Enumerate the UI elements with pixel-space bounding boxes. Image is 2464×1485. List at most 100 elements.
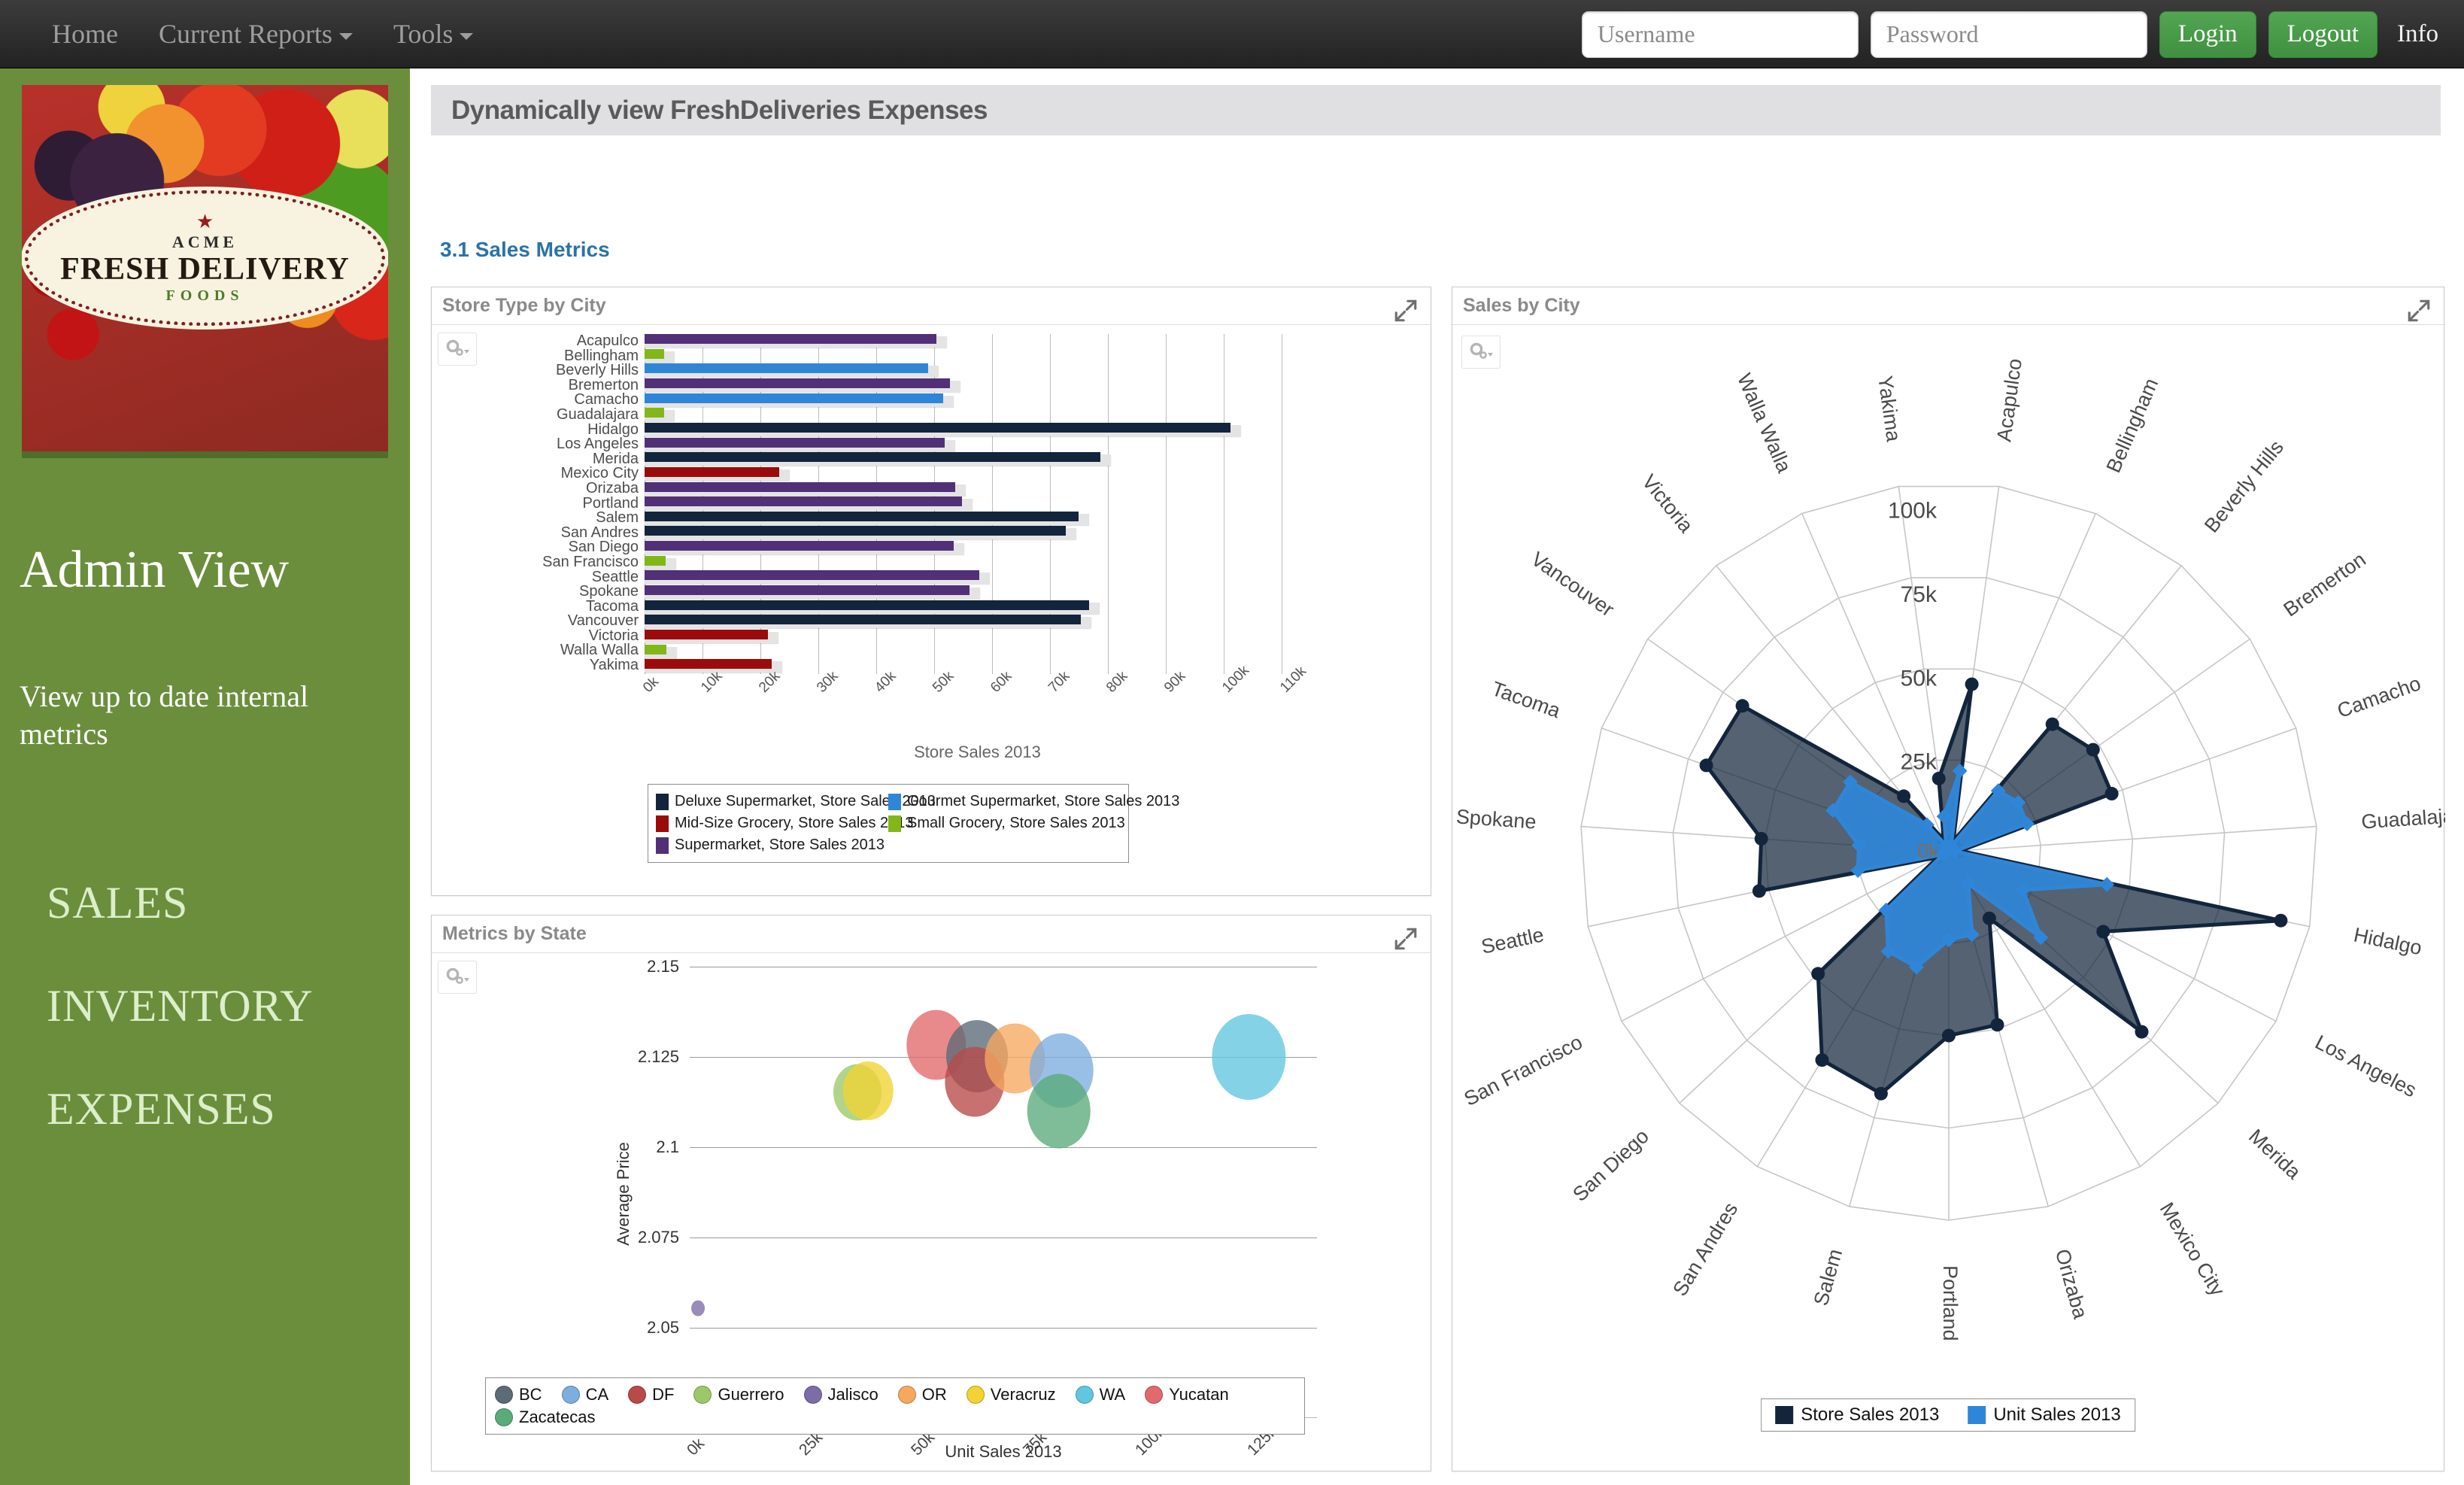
bar-row[interactable] [645, 378, 1310, 393]
legend-item[interactable]: Yucatan [1145, 1385, 1229, 1405]
bar-row[interactable] [645, 541, 1310, 556]
legend-item[interactable]: Unit Sales 2013 [1968, 1405, 2121, 1426]
legend-item[interactable]: DF [628, 1385, 674, 1405]
username-input[interactable] [1581, 11, 1859, 58]
legend-item[interactable]: BC [495, 1385, 542, 1405]
bar-row[interactable] [645, 630, 1310, 645]
expand-icon[interactable] [2406, 298, 2432, 323]
legend-dot [966, 1386, 985, 1404]
bubble-y-tick-label: 2.075 [637, 1228, 679, 1247]
nav-item-current-reports[interactable]: Current Reports [138, 0, 373, 68]
bar-row[interactable] [645, 497, 1310, 512]
legend-label: Guerrero [718, 1385, 784, 1404]
bar-category-label: Yakima [589, 658, 639, 673]
sidebar: ★ ACME FRESH DELIVERY FOODS Admin View V… [0, 68, 410, 1485]
legend-item[interactable]: WA [1075, 1385, 1125, 1405]
bar-row[interactable] [645, 348, 1310, 364]
radar-category-label: Mexico City [2156, 1198, 2229, 1300]
bar-fill [645, 437, 945, 448]
bar-row[interactable] [645, 526, 1310, 541]
bubble-point[interactable] [1027, 1074, 1091, 1149]
legend-item[interactable]: Small Grocery, Store Sales 2013 [888, 815, 1125, 832]
bubble-point[interactable] [690, 1300, 705, 1316]
bubble-y-tick-label: 2.125 [637, 1047, 679, 1066]
bar-row[interactable] [645, 511, 1310, 527]
legend-label: Small Grocery, Store Sales 2013 [907, 815, 1125, 831]
bar-row[interactable] [645, 437, 1310, 453]
legend-swatch [1968, 1406, 1986, 1424]
expand-icon[interactable] [1393, 298, 1419, 323]
bar-row[interactable] [645, 644, 1310, 660]
bar-row[interactable] [645, 585, 1310, 600]
legend-item[interactable]: Jalisco [803, 1385, 878, 1405]
legend-item[interactable]: Deluxe Supermarket, Store Sales 2013 [656, 793, 936, 810]
panel-header: Store Type by City [432, 287, 1431, 325]
radar-category-label: San Francisco [1461, 1031, 1586, 1110]
bar-fill [645, 659, 772, 670]
sidebar-item-expenses[interactable]: EXPENSES [47, 1083, 276, 1135]
bar-fill [645, 644, 667, 654]
bar-row[interactable] [645, 393, 1310, 408]
legend-item[interactable]: Supermarket, Store Sales 2013 [656, 837, 888, 854]
legend-item[interactable]: Veracruz [966, 1385, 1056, 1405]
radar-category-label: Portland [1939, 1265, 1962, 1341]
radar-category-label: Bellingham [2102, 375, 2163, 475]
legend-item[interactable]: Store Sales 2013 [1775, 1405, 1939, 1426]
bubble-point[interactable] [1212, 1014, 1286, 1100]
password-input[interactable] [1870, 11, 2147, 58]
legend-label: OR [921, 1385, 947, 1404]
legend-label: Gourmet Supermarket, Store Sales 2013 [907, 793, 1180, 809]
bar-category-label: Tacoma [585, 599, 639, 615]
expand-icon[interactable] [1393, 926, 1419, 952]
bar-chart-legend: Deluxe Supermarket, Store Sales 2013 Gour… [648, 784, 1179, 863]
logout-button[interactable]: Logout [2268, 11, 2378, 58]
chart-settings-gear-button[interactable] [438, 961, 477, 994]
info-link[interactable]: Info [2390, 20, 2450, 48]
legend-item[interactable]: Gourmet Supermarket, Store Sales 2013 [888, 793, 1179, 810]
sidebar-item-sales[interactable]: SALES [47, 877, 188, 929]
radar-radial-tick-label: 50k [1901, 666, 1938, 691]
legend-item[interactable]: Zacatecas [495, 1408, 596, 1427]
bar-row[interactable] [645, 555, 1310, 571]
radar-category-label: Camacho [2335, 672, 2424, 722]
radar-category-label: Spokane [1455, 805, 1537, 833]
radar-category-label: Salem [1810, 1247, 1847, 1308]
bar-row[interactable] [645, 570, 1310, 585]
bar-row[interactable] [645, 481, 1310, 497]
radar-data-point [1699, 758, 1713, 773]
bar-fill [645, 452, 1101, 463]
bar-row[interactable] [645, 452, 1310, 467]
page-banner: Dynamically view FreshDeliveries Expense… [431, 85, 2441, 135]
radar-category-label: San Diego [1568, 1125, 1653, 1206]
sidebar-title: Admin View [20, 541, 290, 599]
legend-dot [561, 1386, 580, 1404]
bar-row[interactable] [645, 659, 1310, 674]
radar-category-label: Beverly Hills [2200, 436, 2288, 536]
bar-category-label: Salem [596, 511, 639, 526]
legend-label: Supermarket, Store Sales 2013 [675, 837, 885, 853]
bar-row[interactable] [645, 600, 1310, 615]
panel-title-sales-by-city: Sales by City [1463, 295, 1580, 316]
nav-item-home[interactable]: Home [32, 0, 138, 68]
sidebar-item-inventory[interactable]: INVENTORY [47, 980, 314, 1032]
legend-dot [897, 1386, 916, 1404]
legend-item[interactable]: CA [561, 1385, 609, 1405]
nav-item-tools[interactable]: Tools [373, 0, 494, 68]
bubble-y-tick-label: 2.05 [647, 1318, 679, 1337]
bar-category-label: Merida [592, 451, 639, 467]
panel-store-type-by-city: Store Type by City Acapulco Bellingham Bev… [431, 287, 1431, 896]
legend-item[interactable]: OR [897, 1385, 947, 1405]
bar-row[interactable] [645, 334, 1310, 349]
legend-item[interactable]: Guerrero [693, 1385, 784, 1405]
bar-row[interactable] [645, 615, 1310, 630]
bar-row[interactable] [645, 422, 1310, 438]
bar-chart-category-labels: Acapulco Bellingham Beverly Hills Bremerton… [477, 334, 639, 673]
bar-row[interactable] [645, 408, 1310, 423]
bar-row[interactable] [645, 466, 1310, 482]
login-button[interactable]: Login [2159, 11, 2256, 58]
legend-label: CA [585, 1385, 609, 1404]
bubble-point[interactable] [842, 1061, 894, 1120]
legend-item[interactable]: Mid-Size Grocery, Store Sales 2013 [656, 815, 914, 832]
radar-data-point [2104, 787, 2119, 800]
bar-row[interactable] [645, 363, 1310, 378]
